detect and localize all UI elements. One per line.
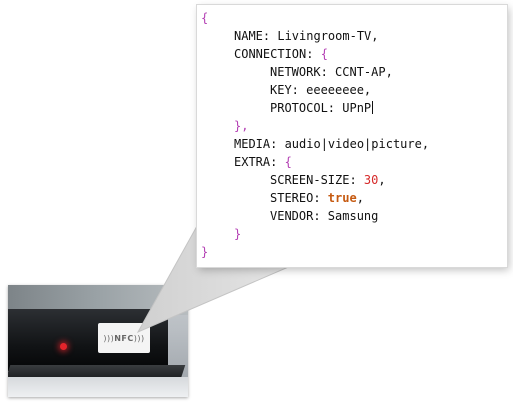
screen-size-value: 30 [363,173,379,187]
nfc-payload-panel: { NAME: Livingroom-TV, CONNECTION: { NET… [197,5,507,267]
extra-key: EXTRA: [234,155,285,169]
vendor-value: Samsung [327,209,379,223]
key-value: eeeeeeee, [306,83,372,97]
key-key: KEY: [270,83,307,97]
tv-photo: ))) NFC ))) [8,285,188,397]
stereo-key: STEREO: [270,191,328,205]
vendor-key: VENDOR: [270,209,328,223]
name-line: NAME: Livingroom-TV, [234,27,379,45]
connection-key: CONNECTION: [234,47,321,61]
nfc-wave-left-icon: ))) [103,333,115,343]
media-key: MEDIA: [234,137,285,151]
power-led [60,343,67,350]
stereo-comma: , [356,191,364,205]
root-open-brace: { [201,11,209,25]
media-line: MEDIA: audio|video|picture, [234,135,429,153]
screen-size-line: SCREEN-SIZE: 30, [270,171,386,189]
network-value: CCNT-AP, [335,65,393,79]
connection-line: CONNECTION: { [234,45,328,63]
vendor-line: VENDOR: Samsung [270,207,378,225]
extra-open-brace: { [284,155,292,169]
screen-size-comma: , [378,173,386,187]
connection-close-brace: }, [234,119,249,133]
screen-size-key: SCREEN-SIZE: [270,173,364,187]
photo-floor [8,377,188,397]
nfc-wave-right-icon: ))) [133,333,145,343]
name-key: NAME: [234,29,278,43]
connection-open-brace: { [320,47,328,61]
media-value: audio|video|picture, [284,137,430,151]
stereo-line: STEREO: true, [270,189,364,207]
stereo-value: true [327,191,357,205]
protocol-value: UPnP [342,101,372,115]
protocol-line: PROTOCOL: UPnP [270,99,374,117]
name-value: Livingroom-TV, [277,29,379,43]
extra-close-brace: } [234,227,242,241]
network-key: NETWORK: [270,65,336,79]
protocol-key: PROTOCOL: [270,101,343,115]
text-cursor [372,101,374,114]
key-line: KEY: eeeeeeee, [270,81,371,99]
network-line: NETWORK: CCNT-AP, [270,63,393,81]
extra-line: EXTRA: { [234,153,292,171]
nfc-tag-label: NFC [114,333,134,343]
root-close-brace: } [201,245,209,259]
nfc-tag-sticker: ))) NFC ))) [98,323,150,353]
